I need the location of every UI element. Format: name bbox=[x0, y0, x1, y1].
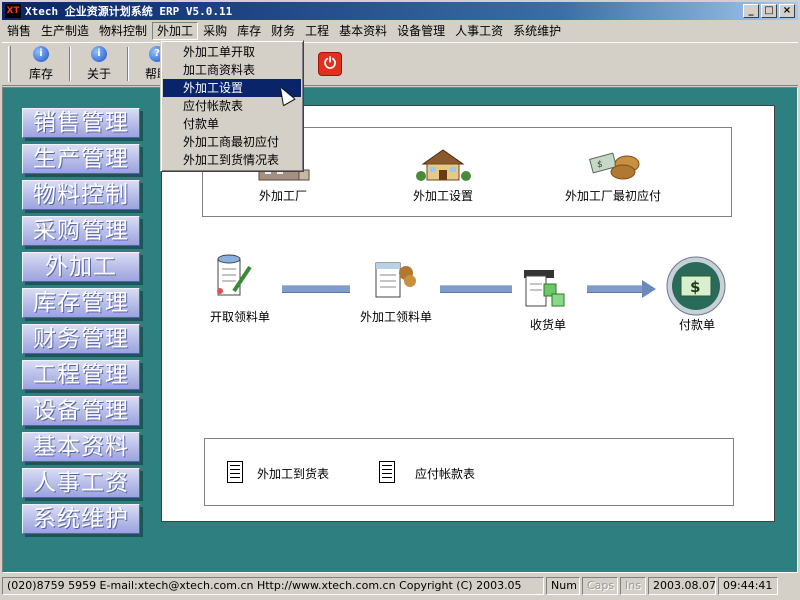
initial-payable-label: 外加工厂最初应付 bbox=[564, 189, 661, 203]
payables-report-link[interactable]: 应付帐款表 bbox=[415, 465, 475, 482]
window-title: Xtech 企业资源计划系统 ERP V5.0.11 bbox=[25, 5, 233, 18]
menu-item-issue-order[interactable]: 外加工单开取 bbox=[163, 43, 301, 61]
factory-label: 外加工厂 bbox=[258, 189, 307, 203]
close-button[interactable]: × bbox=[779, 4, 795, 18]
sidebar-item-sales[interactable]: 销售管理 bbox=[22, 108, 140, 138]
maximize-button[interactable]: □ bbox=[761, 4, 777, 18]
sidebar-item-material-control[interactable]: 物料控制 bbox=[22, 180, 140, 210]
sidebar-item-finance[interactable]: 财务管理 bbox=[22, 324, 140, 354]
payment-voucher-label: 付款单 bbox=[679, 318, 716, 332]
toolbar-about-label: 关于 bbox=[86, 67, 111, 81]
menu-outsourcing[interactable]: 外加工 bbox=[152, 22, 199, 40]
power-icon[interactable]: ⏻ bbox=[318, 52, 342, 76]
menu-purchasing[interactable]: 采购 bbox=[198, 22, 232, 40]
info-icon: i bbox=[91, 46, 107, 62]
menu-hr-payroll[interactable]: 人事工资 bbox=[450, 22, 508, 40]
menu-bar: 销售 生产制造 物料控制 外加工 采购 库存 财务 工程 基本资料 设备管理 人… bbox=[2, 21, 798, 41]
status-ins: Ins bbox=[620, 577, 646, 595]
scroll-pen-icon bbox=[217, 254, 252, 296]
arrival-report-link[interactable]: 外加工到货表 bbox=[257, 465, 329, 482]
menu-basic-data[interactable]: 基本资料 bbox=[334, 22, 392, 40]
flow-connector bbox=[282, 285, 350, 293]
title-bar[interactable]: XT Xtech 企业资源计划系统 ERP V5.0.11 _ □ × bbox=[2, 2, 798, 20]
menu-equipment[interactable]: 设备管理 bbox=[392, 22, 450, 40]
toolbar-separator bbox=[127, 47, 129, 81]
issue-picking-shortcut[interactable] bbox=[212, 251, 252, 304]
sidebar-item-outsourcing[interactable]: 外加工 bbox=[22, 252, 140, 282]
report-icon[interactable] bbox=[379, 461, 395, 483]
outsourcing-picking-label: 外加工领料单 bbox=[360, 310, 433, 324]
menu-finance[interactable]: 财务 bbox=[266, 22, 300, 40]
menu-item-initial-payable[interactable]: 外加工商最初应付 bbox=[163, 133, 301, 151]
status-time: 09:44:41 bbox=[718, 577, 778, 595]
dollar-icon: $ bbox=[666, 256, 726, 316]
minimize-button[interactable]: _ bbox=[743, 4, 759, 18]
menu-production[interactable]: 生产制造 bbox=[36, 22, 94, 40]
menu-engineering[interactable]: 工程 bbox=[300, 22, 334, 40]
receipt-shortcut[interactable] bbox=[520, 266, 570, 315]
flow-arrowhead bbox=[642, 280, 656, 298]
svg-text:$: $ bbox=[597, 160, 603, 170]
payment-voucher-shortcut[interactable]: $ bbox=[664, 256, 728, 319]
receipt-icon bbox=[524, 270, 565, 307]
outsourcing-dropdown-menu: 外加工单开取 加工商资料表 外加工设置 应付帐款表 付款单 外加工商最初应付 外… bbox=[160, 40, 304, 172]
sidebar-item-equipment[interactable]: 设备管理 bbox=[22, 396, 140, 426]
menu-item-processor-data[interactable]: 加工商资料表 bbox=[163, 61, 301, 79]
sidebar-item-purchasing[interactable]: 采购管理 bbox=[22, 216, 140, 246]
toolbar-grip[interactable] bbox=[8, 46, 11, 82]
menu-item-payment-voucher[interactable]: 付款单 bbox=[163, 115, 301, 133]
menu-item-arrival-status[interactable]: 外加工到货情况表 bbox=[163, 151, 301, 169]
menu-inventory[interactable]: 库存 bbox=[232, 22, 266, 40]
menu-sales[interactable]: 销售 bbox=[2, 22, 36, 40]
outsourcing-settings-label: 外加工设置 bbox=[412, 189, 473, 203]
app-logo-icon: XT bbox=[5, 4, 21, 18]
status-contact: (020)8759 5959 E-mail:xtech@xtech.com.cn… bbox=[2, 577, 544, 595]
toolbar: i 库存 i 关于 ? 帮助 ⏻ bbox=[2, 42, 798, 86]
app-logo-text: XT bbox=[6, 5, 20, 16]
document-icon bbox=[375, 262, 416, 298]
status-date: 2003.08.07 bbox=[648, 577, 716, 595]
menu-material-control[interactable]: 物料控制 bbox=[94, 22, 152, 40]
info-icon: i bbox=[33, 46, 49, 62]
toolbar-about-button[interactable]: i 关于 bbox=[75, 44, 123, 84]
flow-connector bbox=[440, 285, 512, 293]
toolbar-separator bbox=[69, 47, 71, 81]
toolbar-inventory-label: 库存 bbox=[28, 67, 53, 81]
flow-connector bbox=[587, 285, 645, 293]
outsourcing-settings-shortcut[interactable]: 外加工设置 bbox=[403, 146, 483, 204]
outsourcing-picking-shortcut[interactable] bbox=[370, 257, 420, 306]
status-num: Num bbox=[546, 577, 580, 595]
status-bar: (020)8759 5959 E-mail:xtech@xtech.com.cn… bbox=[2, 575, 798, 597]
toolbar-inventory-button[interactable]: i 库存 bbox=[17, 44, 65, 84]
sidebar-item-production[interactable]: 生产管理 bbox=[22, 144, 140, 174]
report-icon[interactable] bbox=[227, 461, 243, 483]
status-caps: Caps bbox=[582, 577, 618, 595]
house-icon bbox=[416, 149, 471, 181]
sidebar-item-engineering[interactable]: 工程管理 bbox=[22, 360, 140, 390]
sidebar-item-inventory[interactable]: 库存管理 bbox=[22, 288, 140, 318]
menu-system-maintenance[interactable]: 系统维护 bbox=[508, 22, 566, 40]
issue-picking-label: 开取领料单 bbox=[210, 310, 271, 324]
dollar-symbol: $ bbox=[690, 278, 700, 296]
reports-group-box: 外加工到货表 应付帐款表 bbox=[204, 438, 734, 506]
sidebar-item-basic-data[interactable]: 基本资料 bbox=[22, 432, 140, 462]
initial-payable-shortcut[interactable]: $ 外加工厂最初应付 bbox=[553, 146, 673, 204]
sidebar-item-system-maintenance[interactable]: 系统维护 bbox=[22, 504, 140, 534]
receipt-label: 收货单 bbox=[530, 318, 567, 332]
sidebar-item-hr-payroll[interactable]: 人事工资 bbox=[22, 468, 140, 498]
payment-icon: $ bbox=[588, 152, 640, 180]
